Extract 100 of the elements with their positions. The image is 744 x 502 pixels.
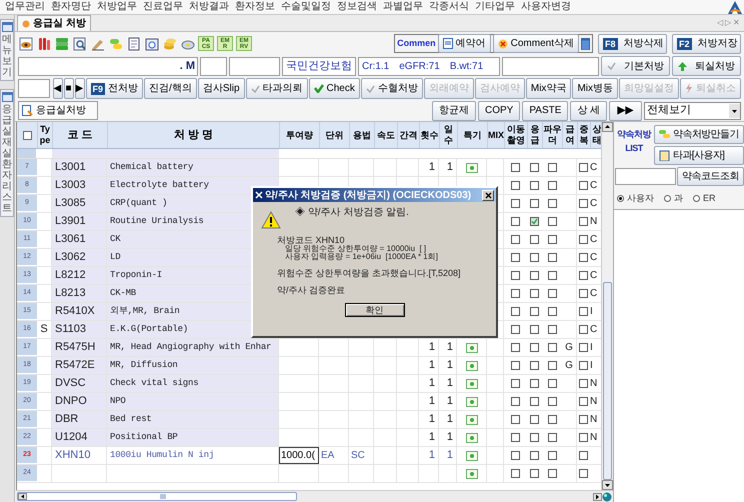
checkbox[interactable]: [530, 397, 539, 406]
checkbox[interactable]: [511, 217, 520, 226]
checkbox[interactable]: [548, 307, 556, 316]
checkbox[interactable]: [579, 271, 588, 280]
action-button[interactable]: 수혈처방: [360, 78, 423, 99]
ok-button[interactable]: 확인: [344, 303, 404, 317]
input-field[interactable]: [615, 168, 676, 185]
checkbox[interactable]: [579, 451, 588, 460]
checkbox[interactable]: [530, 325, 539, 334]
checkbox[interactable]: [548, 253, 556, 262]
checkbox[interactable]: [579, 379, 588, 388]
column-header[interactable]: 코 드: [52, 122, 107, 148]
input-field[interactable]: [18, 79, 50, 98]
checkbox[interactable]: [548, 451, 556, 460]
radio-button[interactable]: ER: [693, 192, 716, 206]
action-button[interactable]: F9 전처방: [86, 78, 144, 99]
checkbox[interactable]: [548, 415, 556, 424]
menu-item[interactable]: 각종서식: [426, 2, 472, 12]
list-button[interactable]: COPY: [478, 100, 520, 120]
checkbox[interactable]: [548, 469, 556, 478]
checkbox[interactable]: [530, 379, 539, 388]
column-header[interactable]: 응급: [527, 122, 542, 148]
close-button[interactable]: [482, 190, 494, 200]
checkbox[interactable]: [548, 379, 556, 388]
side-tab[interactable]: 메뉴보기: [0, 19, 14, 81]
action-button[interactable]: 진검/핵의: [144, 78, 197, 99]
input-field[interactable]: [229, 56, 280, 76]
checkbox[interactable]: [548, 163, 556, 172]
patient-name-field[interactable]: . M: [18, 56, 198, 76]
checkbox[interactable]: [511, 199, 520, 208]
menu-item[interactable]: 과별업무: [380, 2, 426, 12]
checkbox[interactable]: [548, 217, 556, 226]
checkbox[interactable]: [548, 397, 556, 406]
column-header[interactable]: 용법: [349, 122, 374, 148]
checkbox[interactable]: [548, 199, 556, 208]
column-header[interactable]: 간격: [397, 122, 419, 148]
checkbox[interactable]: [530, 415, 539, 424]
checkbox[interactable]: [579, 361, 588, 370]
checkbox[interactable]: [530, 469, 539, 478]
comment-button[interactable]: 예약어: [438, 34, 491, 53]
toolbar-button[interactable]: [72, 36, 87, 51]
radio-button[interactable]: 사용자: [617, 192, 654, 206]
list-button[interactable]: 상 세: [570, 100, 608, 120]
action-button[interactable]: F8 처방삭제: [598, 34, 667, 54]
checkbox[interactable]: [511, 307, 520, 316]
checkbox[interactable]: [579, 325, 588, 334]
checkbox[interactable]: [548, 433, 556, 442]
checkbox[interactable]: [548, 235, 556, 244]
checkbox[interactable]: [530, 307, 539, 316]
side-tab[interactable]: 응급실재실환자리스트: [0, 89, 14, 217]
list-button[interactable]: 항균제: [432, 100, 476, 120]
toolbar-button[interactable]: [18, 36, 33, 51]
menu-item[interactable]: 수술및일정: [278, 2, 334, 12]
input-field[interactable]: [200, 56, 227, 76]
search-button[interactable]: 약속코드조회: [676, 167, 744, 186]
order-tab[interactable]: 응급실처방: [18, 101, 98, 120]
view-dropdown[interactable]: 전체보기: [644, 102, 741, 120]
action-button[interactable]: 검사Slip: [198, 78, 245, 99]
checkbox[interactable]: [579, 199, 588, 208]
checkbox[interactable]: [548, 343, 556, 352]
checkbox[interactable]: [511, 415, 520, 424]
checkbox[interactable]: [548, 181, 556, 190]
checkbox[interactable]: [579, 289, 588, 298]
checkbox[interactable]: [511, 379, 520, 388]
toolbar-button[interactable]: [126, 36, 141, 51]
checkbox[interactable]: [511, 451, 520, 460]
list-button[interactable]: PASTE: [522, 100, 568, 120]
checkbox[interactable]: [579, 397, 588, 406]
panel-button[interactable]: 약속처방만들기: [654, 125, 744, 144]
checkbox[interactable]: [530, 271, 539, 280]
checkbox[interactable]: [511, 181, 520, 190]
menu-item[interactable]: 환자정보: [232, 2, 278, 12]
checkbox[interactable]: [511, 343, 520, 352]
nav-button[interactable]: ■: [64, 78, 74, 99]
checkbox[interactable]: [548, 289, 556, 298]
toolbar-button[interactable]: [144, 36, 159, 51]
column-header[interactable]: 속도: [374, 122, 397, 148]
checkbox[interactable]: [548, 271, 556, 280]
horizontal-scrollbar[interactable]: [17, 492, 297, 501]
checkbox[interactable]: [530, 361, 539, 370]
checkbox[interactable]: [511, 235, 520, 244]
action-button[interactable]: 퇴실처방: [672, 56, 741, 76]
checkbox[interactable]: [530, 343, 539, 352]
checkbox[interactable]: [530, 199, 539, 208]
column-header[interactable]: MIX: [487, 122, 504, 148]
action-button[interactable]: Mix병동: [572, 78, 618, 99]
action-button[interactable]: Check: [308, 78, 360, 99]
checkbox[interactable]: [579, 181, 588, 190]
menu-item[interactable]: 처방결과: [186, 2, 232, 12]
nav-button[interactable]: ▶: [74, 78, 85, 99]
input-field[interactable]: 1000.0(: [279, 447, 319, 464]
column-header[interactable]: 이동촬영: [504, 122, 527, 148]
checkbox[interactable]: [579, 217, 588, 226]
column-header[interactable]: 투여량: [279, 122, 319, 148]
checkbox[interactable]: [579, 433, 588, 442]
column-header[interactable]: 파우더: [542, 122, 562, 148]
list-button[interactable]: ▶▶: [609, 100, 642, 120]
column-header[interactable]: 중복: [577, 122, 590, 148]
radio-button[interactable]: 과: [664, 192, 683, 206]
checkbox[interactable]: [579, 253, 588, 262]
